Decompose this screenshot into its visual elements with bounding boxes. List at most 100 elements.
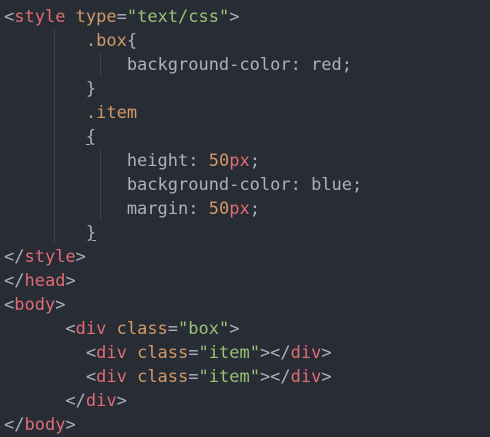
code-token: = [116,7,127,27]
code-token: < [4,367,97,387]
code-token: > [229,7,240,27]
code-token: ; [249,151,260,171]
code-token: div [85,391,117,411]
code-line-17[interactable]: </div> [0,389,490,413]
code-token: "box" [178,319,230,339]
code-token: < [4,295,15,315]
code-token: > [116,391,127,411]
code-line-15[interactable]: <div class="item"></div> [0,341,490,365]
code-line-18[interactable]: </body> [0,413,490,437]
code-token: style [14,7,66,27]
code-token: "item" [198,367,260,387]
code-token: class [106,319,168,339]
code-token: > [65,271,76,291]
indent-guide [100,53,101,77]
code-token: ; [352,175,363,195]
code-token: > [321,367,332,387]
code-line-6[interactable]: { [0,125,490,149]
code-line-3[interactable]: background-color: red; [0,53,490,77]
code-line-7[interactable]: height: 50px; [0,149,490,173]
code-token: px [229,199,250,219]
indent-guide [100,173,101,197]
code-token: style [24,247,76,267]
code-line-8[interactable]: background-color: blue; [0,173,490,197]
code-token: </ [4,391,86,411]
code-token: div [290,367,322,387]
indent-guide [54,173,55,197]
code-token: } [4,79,97,99]
code-token: < [4,7,15,27]
code-token: ></ [259,343,291,363]
code-line-13[interactable]: <body> [0,293,490,317]
code-token: ; [341,55,353,75]
code-line-11[interactable]: </style> [0,245,490,269]
code-token: 50 [208,199,230,219]
code-token: type [65,7,117,27]
code-token: = [188,343,199,363]
code-token: = [188,367,199,387]
code-line-16[interactable]: <div class="item"></div> [0,365,490,389]
code-token: head [24,271,66,291]
code-token: div [96,343,127,363]
code-token: : [290,55,312,75]
code-token: > [65,415,76,435]
indent-guide [100,149,101,173]
code-token: > [321,343,332,363]
code-token: </ [4,271,25,291]
code-token: > [229,319,240,339]
code-line-1[interactable]: <style type="text/css"> [0,5,490,29]
code-token: = [167,319,179,339]
code-token: 50 [208,151,230,171]
code-token: ></ [259,367,291,387]
code-token: div [290,343,322,363]
indent-guide [100,197,101,221]
code-token: div [96,367,127,387]
code-editor[interactable]: <style type="text/css"> .box{ background… [0,0,490,435]
code-token: background-color [4,55,291,75]
code-token: class [126,343,189,363]
indent-guide [54,197,55,221]
indent-guide [54,101,55,125]
code-token: </ [4,415,25,435]
code-line-14[interactable]: <div class="box"> [0,317,490,341]
code-token: div [75,319,107,339]
code-token: margin [4,199,189,219]
code-token: px [229,151,250,171]
code-token: : [188,199,209,219]
code-token: : [290,175,312,195]
code-token: .box [4,31,127,51]
code-line-4[interactable]: } [0,77,490,101]
code-line-5[interactable]: .item [0,101,490,125]
code-token: </ [4,247,25,267]
code-token: blue [311,175,353,195]
code-token: .item [4,103,138,123]
indent-guide [54,77,55,101]
code-line-10[interactable]: } [0,221,490,245]
code-line-9[interactable]: margin: 50px; [0,197,490,221]
code-token: red [311,55,342,75]
code-token: "text/css" [126,7,230,27]
code-token: > [75,247,86,267]
code-token: ; [249,199,260,219]
indent-guide [54,149,55,173]
indent-guide [54,221,55,245]
code-token: "item" [198,343,260,363]
code-token: > [55,295,66,315]
code-token: body [14,295,56,315]
code-token: height [4,151,189,171]
code-token: background-color [4,175,291,195]
code-token: < [4,343,97,363]
code-token: { [85,127,97,147]
code-token: class [126,367,189,387]
code-token: } [85,223,97,243]
indent-guide [54,53,55,77]
indent-guide [54,29,55,53]
code-token: { [126,31,138,51]
code-line-12[interactable]: </head> [0,269,490,293]
code-token: body [24,415,66,435]
indent-guide [54,125,55,149]
code-line-2[interactable]: .box{ [0,29,490,53]
code-token: : [188,151,209,171]
